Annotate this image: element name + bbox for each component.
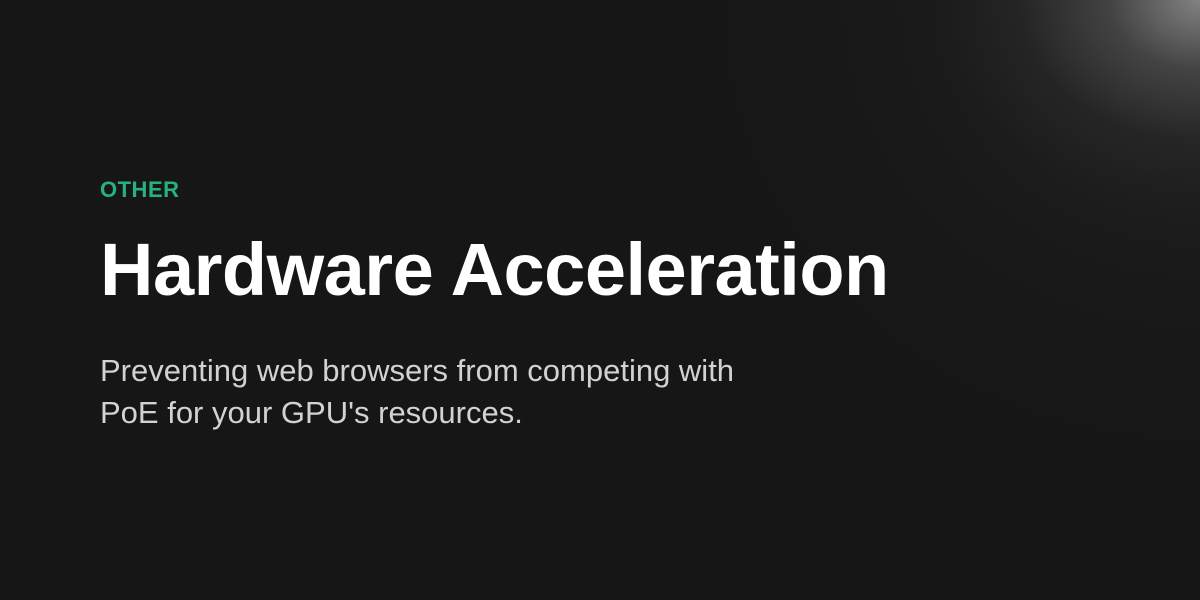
page-subtitle: Preventing web browsers from competing w…: [100, 353, 735, 430]
page-title: Hardware Acceleration: [100, 228, 889, 311]
category-label: OTHER: [100, 177, 180, 202]
card-content: OTHER Hardware Acceleration Preventing w…: [100, 174, 1000, 434]
social-card: OTHER Hardware Acceleration Preventing w…: [0, 0, 1200, 600]
